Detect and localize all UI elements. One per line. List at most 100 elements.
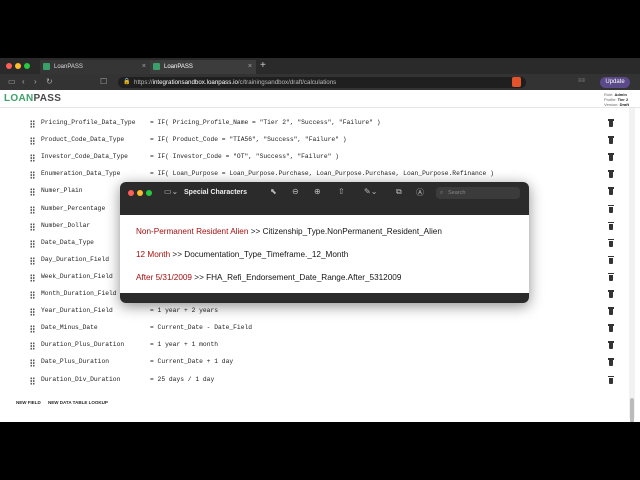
popup-close-icon[interactable] bbox=[128, 190, 134, 196]
drag-handle-icon[interactable] bbox=[30, 120, 35, 128]
delete-icon[interactable] bbox=[608, 341, 614, 350]
delete-icon[interactable] bbox=[608, 358, 614, 367]
loanpass-logo[interactable]: LOANPASS bbox=[4, 93, 61, 104]
drag-handle-icon[interactable] bbox=[30, 273, 35, 282]
window-resize-icon[interactable]: ⧉ bbox=[396, 187, 402, 197]
url-path: /c/trainingsandbox/draft/calculations bbox=[237, 79, 337, 86]
drag-handle-icon[interactable] bbox=[30, 359, 35, 368]
drag-handle-icon[interactable] bbox=[30, 154, 35, 163]
forward-icon[interactable]: › bbox=[34, 77, 37, 87]
delete-icon[interactable] bbox=[608, 238, 614, 247]
calculation-row[interactable]: Duration_Div_Duration = 25 days / 1 day bbox=[0, 373, 630, 390]
delete-icon[interactable] bbox=[608, 204, 614, 213]
drag-handle-icon[interactable] bbox=[30, 308, 35, 317]
field-expression[interactable]: = Current_Date + 1 day bbox=[150, 358, 233, 365]
calculation-row[interactable]: Product_Code_Data_Type = IF( Product_Code… bbox=[0, 133, 630, 150]
delete-icon[interactable] bbox=[608, 170, 614, 179]
zoom-window-icon[interactable] bbox=[24, 63, 30, 69]
browser-tab-1[interactable]: LoanPASS × bbox=[40, 60, 150, 74]
tab-label: LoanPASS bbox=[54, 64, 83, 70]
back-icon[interactable]: ‹ bbox=[22, 77, 25, 87]
delete-icon[interactable] bbox=[608, 255, 614, 264]
markup-pen-icon[interactable]: ✎⌄ bbox=[364, 187, 377, 196]
calculation-row[interactable]: Duration_Plus_Duration = 1 year + 1 month bbox=[0, 338, 630, 355]
sidebar-toggle-icon[interactable]: ▭ bbox=[8, 77, 16, 87]
drag-handle-icon[interactable] bbox=[30, 256, 35, 265]
calculation-row[interactable]: Date_Plus_Duration = Current_Date + 1 day bbox=[0, 355, 630, 372]
popup-title: Special Characters bbox=[184, 189, 248, 196]
delete-icon[interactable] bbox=[608, 153, 614, 162]
field-expression[interactable]: = IF( Investor_Code = "OT", "Success", "… bbox=[150, 153, 339, 160]
drag-handle-icon[interactable] bbox=[30, 342, 35, 351]
share-icon[interactable]: ⇧ bbox=[338, 187, 345, 196]
popup-minimize-icon[interactable] bbox=[137, 190, 143, 196]
new-field-button[interactable]: NEW FIELD bbox=[16, 400, 41, 405]
popup-content: Non-Permanent Resident Alien >> Citizens… bbox=[120, 215, 529, 293]
field-name: Numer_Plain bbox=[41, 187, 83, 195]
address-bar[interactable]: 🔒 https://integrationsandbox.loanpass.io… bbox=[118, 77, 526, 88]
mapping-line: Non-Permanent Resident Alien >> Citizens… bbox=[136, 227, 442, 236]
update-button[interactable]: Update bbox=[600, 77, 630, 88]
delete-icon[interactable] bbox=[608, 272, 614, 281]
loanpass-favicon-icon bbox=[153, 63, 160, 70]
minimize-window-icon[interactable] bbox=[15, 63, 21, 69]
field-expression[interactable]: = IF( Loan_Purpose = Loan_Purpose.Purcha… bbox=[150, 170, 494, 177]
browser-tab-2[interactable]: LoanPASS × bbox=[150, 60, 256, 74]
delete-icon[interactable] bbox=[608, 119, 614, 127]
page-scrollbar[interactable] bbox=[629, 108, 635, 422]
field-expression[interactable]: = 1 year + 1 month bbox=[150, 341, 218, 348]
delete-icon[interactable] bbox=[608, 307, 614, 316]
field-name: Week_Duration_Field bbox=[41, 272, 113, 280]
drag-handle-icon[interactable] bbox=[30, 137, 35, 146]
field-name: Enumeration_Data_Type bbox=[41, 170, 121, 178]
calculation-row[interactable]: Year_Duration_Field = 1 year + 2 years bbox=[0, 304, 630, 321]
field-name: Date_Minus_Date bbox=[41, 324, 98, 332]
new-data-table-lookup-button[interactable]: NEW DATA TABLE LOOKUP bbox=[48, 400, 108, 405]
drag-handle-icon[interactable] bbox=[30, 171, 35, 180]
field-expression[interactable]: = 25 days / 1 day bbox=[150, 376, 214, 383]
browser-tab-bar: LoanPASS × LoanPASS × + bbox=[0, 58, 640, 74]
drag-handle-icon[interactable] bbox=[30, 325, 35, 334]
reload-icon[interactable]: ↻ bbox=[46, 77, 53, 87]
drag-handle-icon[interactable] bbox=[30, 376, 35, 385]
field-expression[interactable]: = IF( Pricing_Profile_Name = "Tier 2", "… bbox=[150, 119, 381, 126]
extensions-icon[interactable]: ≡≡ bbox=[578, 78, 585, 84]
popup-zoom-icon[interactable] bbox=[146, 190, 152, 196]
delete-icon[interactable] bbox=[608, 324, 614, 333]
new-tab-button[interactable]: + bbox=[260, 60, 266, 72]
bookmark-icon[interactable]: ☐ bbox=[100, 77, 107, 87]
popup-search-field[interactable]: ⌕ Search bbox=[436, 187, 520, 199]
field-expression[interactable]: = Current_Date - Date_Field bbox=[150, 324, 252, 331]
drag-handle-icon[interactable] bbox=[30, 188, 35, 197]
calculation-row[interactable]: Pricing_Profile_Data_Type = IF( Pricing_P… bbox=[0, 116, 630, 133]
delete-icon[interactable] bbox=[608, 136, 614, 145]
close-tab-icon[interactable]: × bbox=[248, 60, 252, 74]
field-name: Date_Data_Type bbox=[41, 238, 94, 246]
field-expression[interactable]: = IF( Product_Code = "TIA56", "Success",… bbox=[150, 136, 347, 143]
user-context-info[interactable]: Role: Admin Profile: Tier 2 Version: Dra… bbox=[604, 92, 629, 107]
field-expression[interactable]: = 1 year + 2 years bbox=[150, 307, 218, 314]
delete-icon[interactable] bbox=[608, 375, 614, 384]
delete-icon[interactable] bbox=[608, 221, 614, 230]
annotate-icon[interactable]: Ⓐ bbox=[416, 187, 424, 198]
lock-icon: 🔒 bbox=[123, 79, 131, 85]
close-window-icon[interactable] bbox=[6, 63, 12, 69]
delete-icon[interactable] bbox=[608, 290, 614, 298]
zoom-out-icon[interactable]: ⊖ bbox=[292, 187, 299, 196]
url-scheme: https:// bbox=[134, 79, 153, 86]
close-tab-icon[interactable]: × bbox=[142, 60, 146, 74]
sidebar-toggle-icon[interactable]: ▭⌄ bbox=[164, 187, 178, 196]
scrollbar-thumb[interactable] bbox=[630, 398, 634, 422]
drag-handle-icon[interactable] bbox=[30, 222, 35, 231]
mapping-arrow: >> bbox=[194, 273, 204, 282]
delete-icon[interactable] bbox=[608, 187, 614, 196]
calculation-row[interactable]: Date_Minus_Date = Current_Date - Date_Fie… bbox=[0, 321, 630, 338]
drag-handle-icon[interactable] bbox=[30, 239, 35, 248]
drag-handle-icon[interactable] bbox=[30, 291, 35, 299]
drag-handle-icon[interactable] bbox=[30, 205, 35, 214]
cursor-pointer-icon: ⬉ bbox=[270, 187, 277, 196]
field-name: Year_Duration_Field bbox=[41, 307, 113, 315]
calculation-row[interactable]: Investor_Code_Data_Type = IF( Investor_Co… bbox=[0, 150, 630, 167]
zoom-in-icon[interactable]: ⊕ bbox=[314, 187, 321, 196]
brave-shield-icon[interactable] bbox=[512, 77, 521, 87]
